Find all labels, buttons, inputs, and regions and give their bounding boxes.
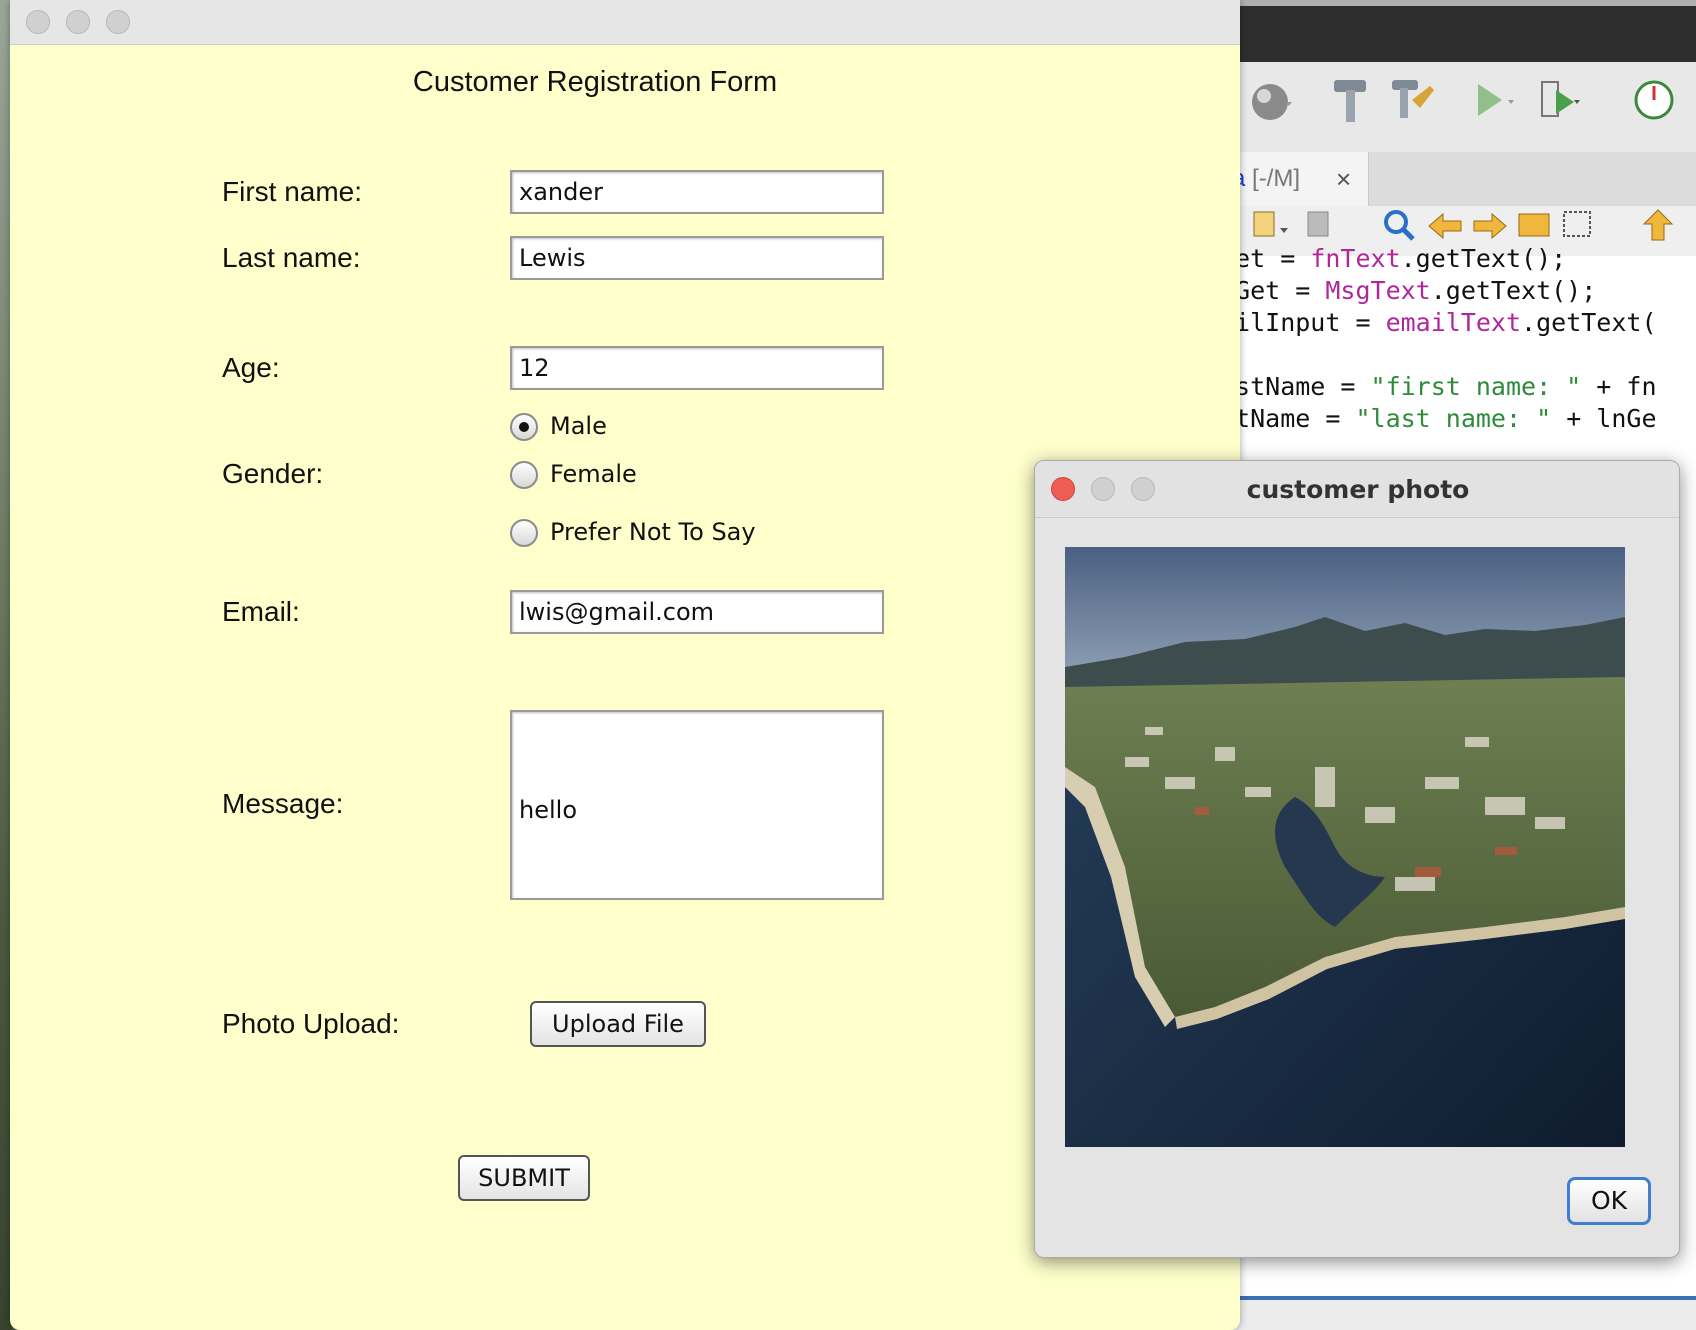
code-token: "last name: " [1355, 404, 1552, 433]
gender-label: Gender: [222, 458, 324, 489]
clean-build-icon[interactable] [1390, 76, 1434, 126]
code-token: .getText( [1521, 308, 1657, 337]
gender-option-prefer-not[interactable]: Prefer Not To Say [550, 518, 756, 546]
gender-radio-female[interactable] [510, 461, 538, 489]
age-field[interactable]: 12 [510, 346, 884, 390]
submit-button[interactable]: SUBMIT [458, 1155, 590, 1201]
customer-photo-image [1065, 547, 1625, 1147]
gender-radio-male[interactable] [510, 413, 538, 441]
code-line: stName = "last name: " + lnGe [1220, 404, 1657, 433]
dialog-titlebar: customer photo [1035, 461, 1679, 518]
editor-tab-row: va [-/M] × [1220, 152, 1696, 206]
first-name-label: First name: [222, 176, 363, 207]
code-line: gGet = MsgText.getText(); [1220, 276, 1596, 305]
close-window-button[interactable] [26, 10, 50, 34]
profile-icon[interactable] [1630, 76, 1674, 126]
previous-bookmark-icon[interactable] [1638, 206, 1678, 246]
code-token: ailInput = [1220, 308, 1386, 337]
code-token: fnText [1310, 244, 1401, 273]
code-token: .getText(); [1430, 276, 1597, 305]
find-icon[interactable] [1380, 206, 1420, 246]
back-history-icon[interactable] [1250, 206, 1290, 246]
debug-icon[interactable] [1538, 76, 1582, 126]
gender-option-male[interactable]: Male [550, 412, 607, 440]
forward-history-icon[interactable] [1304, 206, 1344, 246]
code-line: Get = fnText.getText(); [1220, 244, 1566, 273]
dialog-title: customer photo [1246, 475, 1470, 504]
code-token: + lnGe [1551, 404, 1657, 433]
code-token: stName = [1220, 404, 1356, 433]
toggle-highlight-icon[interactable] [1515, 206, 1555, 246]
customer-photo-dialog: customer photo OK [1034, 460, 1680, 1258]
code-token: MsgText [1325, 276, 1431, 305]
gender-radio-prefer-not[interactable] [510, 519, 538, 547]
code-token: emailText [1385, 308, 1522, 337]
ide-toolbar [1220, 62, 1696, 153]
build-hammer-icon[interactable] [1330, 76, 1374, 126]
message-label: Message: [222, 788, 344, 819]
select-rectangle-icon[interactable] [1560, 206, 1600, 246]
code-token: + fn [1581, 372, 1657, 401]
run-icon[interactable] [1470, 76, 1514, 126]
last-name-field[interactable]: Lewis [510, 236, 884, 280]
code-token: .getText(); [1400, 244, 1567, 273]
message-textarea[interactable]: hello [510, 710, 884, 900]
globe-icon[interactable] [1250, 78, 1294, 128]
first-name-field[interactable]: xander [510, 170, 884, 214]
ide-bottom-panel [1220, 1296, 1696, 1330]
editor-tab-suffix: [-/M] [1252, 165, 1301, 192]
photo-upload-label: Photo Upload: [222, 1008, 400, 1039]
editor-tab[interactable]: va [-/M] × [1220, 152, 1369, 206]
last-name-label: Last name: [222, 242, 361, 273]
close-icon[interactable]: × [1336, 152, 1351, 206]
find-next-icon[interactable] [1470, 206, 1510, 246]
maximize-window-button[interactable] [106, 10, 130, 34]
age-label: Age: [222, 352, 280, 383]
ok-button[interactable]: OK [1567, 1177, 1651, 1225]
email-label: Email: [222, 596, 300, 627]
form-title: Customer Registration Form [412, 66, 778, 98]
minimize-window-button[interactable] [66, 10, 90, 34]
ide-titlebar [1220, 0, 1696, 62]
code-token: "first name: " [1370, 372, 1582, 401]
code-token: rstName = [1220, 372, 1371, 401]
form-titlebar [10, 0, 1240, 45]
find-previous-icon[interactable] [1425, 206, 1465, 246]
code-line: rstName = "first name: " + fn [1220, 372, 1657, 401]
upload-file-button[interactable]: Upload File [530, 1001, 706, 1047]
code-line: ailInput = emailText.getText( [1220, 308, 1657, 337]
email-field[interactable]: lwis@gmail.com [510, 590, 884, 634]
gender-option-female[interactable]: Female [550, 460, 637, 488]
